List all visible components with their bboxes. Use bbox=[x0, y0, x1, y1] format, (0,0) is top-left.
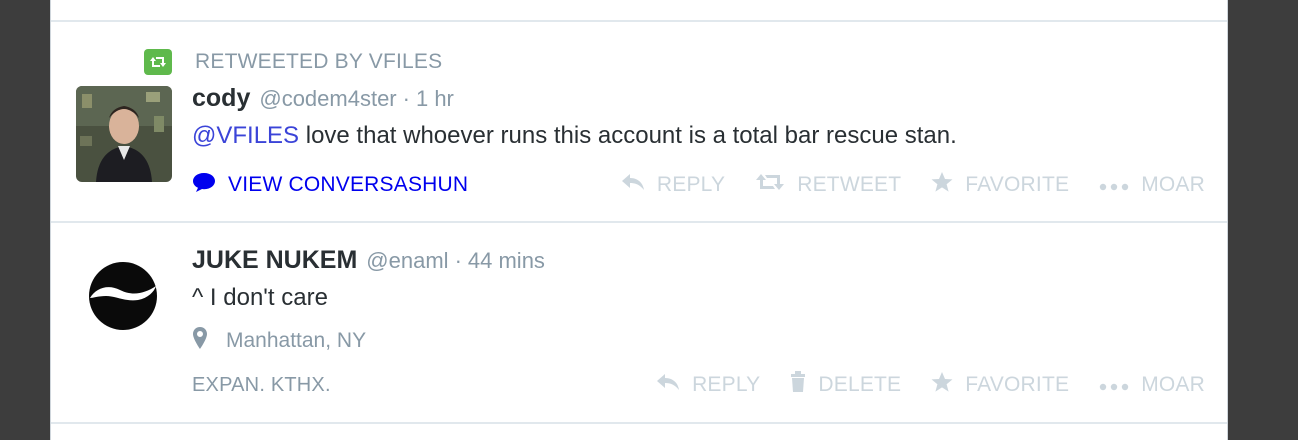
timestamp[interactable]: 1 hr bbox=[416, 86, 454, 112]
retweet-label: RETWEET bbox=[797, 173, 902, 196]
reply-icon bbox=[621, 173, 657, 197]
divider bbox=[51, 422, 1227, 424]
more-label: MOAR bbox=[1141, 373, 1205, 396]
speech-bubble-icon bbox=[192, 171, 216, 199]
retweet-context: RETWEETED BY VFILES bbox=[144, 48, 442, 76]
star-icon bbox=[931, 371, 965, 399]
yin-yang-logo bbox=[76, 248, 172, 344]
timestamp[interactable]: 44 mins bbox=[468, 248, 545, 274]
favorite-label: FAVORITE bbox=[965, 373, 1070, 396]
avatar[interactable] bbox=[76, 86, 172, 182]
star-icon bbox=[931, 171, 965, 199]
delete-label: DELETE bbox=[818, 373, 902, 396]
retweet-icon bbox=[755, 173, 797, 197]
mention-link[interactable]: @VFILES bbox=[192, 122, 299, 149]
timeline: RETWEETED BY VFILES cody @codem4ster · 1… bbox=[50, 0, 1228, 440]
retweet-icon bbox=[144, 49, 172, 75]
tweet-actions-row: EXPAN. KTHX. REPLY DELETE FAVORITE MOAR bbox=[192, 370, 1205, 400]
delete-button[interactable]: DELETE bbox=[790, 371, 901, 399]
tweet-actions: REPLY RETWEET FAVORITE MOAR bbox=[591, 171, 1205, 199]
reply-label: REPLY bbox=[692, 373, 761, 396]
tweet-actions: REPLY DELETE FAVORITE MOAR bbox=[626, 371, 1205, 399]
tweet-actions-row: VIEW CONVERSASHUN REPLY RETWEET FAVORITE… bbox=[192, 170, 1205, 200]
location-label: Manhattan, NY bbox=[226, 329, 367, 352]
separator: · bbox=[402, 86, 410, 111]
view-conversation-label: VIEW CONVERSASHUN bbox=[228, 173, 469, 196]
reply-icon bbox=[656, 373, 692, 397]
retweet-context-label: RETWEETED BY VFILES bbox=[195, 50, 443, 73]
tweet-text: @VFILES love that whoever runs this acco… bbox=[192, 122, 957, 150]
tweet-item[interactable]: RETWEETED BY VFILES cody @codem4ster · 1… bbox=[51, 0, 1227, 222]
tweet-item[interactable]: JUKE NUKEM @enaml · 44 mins ^ I don't ca… bbox=[51, 222, 1227, 422]
reply-button[interactable]: REPLY bbox=[656, 373, 760, 397]
location-pin-icon bbox=[192, 326, 208, 356]
view-conversation-link[interactable]: VIEW CONVERSASHUN bbox=[192, 171, 468, 199]
separator: · bbox=[454, 248, 462, 273]
author-name[interactable]: JUKE NUKEM bbox=[192, 246, 357, 275]
more-button[interactable]: MOAR bbox=[1099, 373, 1205, 397]
favorite-button[interactable]: FAVORITE bbox=[931, 371, 1069, 399]
tweet-header: cody @codem4ster · 1 hr bbox=[192, 84, 454, 113]
more-label: MOAR bbox=[1141, 173, 1205, 196]
avatar[interactable] bbox=[76, 248, 172, 344]
author-handle[interactable]: @codem4ster bbox=[259, 86, 396, 112]
reply-label: REPLY bbox=[656, 173, 726, 196]
favorite-label: FAVORITE bbox=[965, 173, 1070, 196]
more-dots-icon bbox=[1099, 373, 1141, 397]
retweet-button[interactable]: RETWEET bbox=[755, 173, 901, 197]
author-name[interactable]: cody bbox=[192, 84, 250, 113]
trash-icon bbox=[790, 371, 818, 399]
more-button[interactable]: MOAR bbox=[1099, 173, 1205, 197]
author-handle[interactable]: @enaml bbox=[366, 248, 448, 274]
tweet-header: JUKE NUKEM @enaml · 44 mins bbox=[192, 246, 545, 275]
favorite-button[interactable]: FAVORITE bbox=[931, 171, 1069, 199]
tweet-location[interactable]: Manhattan, NY bbox=[192, 326, 366, 356]
tweet-text-body: love that whoever runs this account is a… bbox=[299, 122, 957, 149]
reply-button[interactable]: REPLY bbox=[621, 173, 725, 197]
tweet-text: ^ I don't care bbox=[192, 284, 328, 311]
more-dots-icon bbox=[1099, 173, 1141, 197]
expand-link[interactable]: EXPAN. KTHX. bbox=[192, 374, 331, 397]
